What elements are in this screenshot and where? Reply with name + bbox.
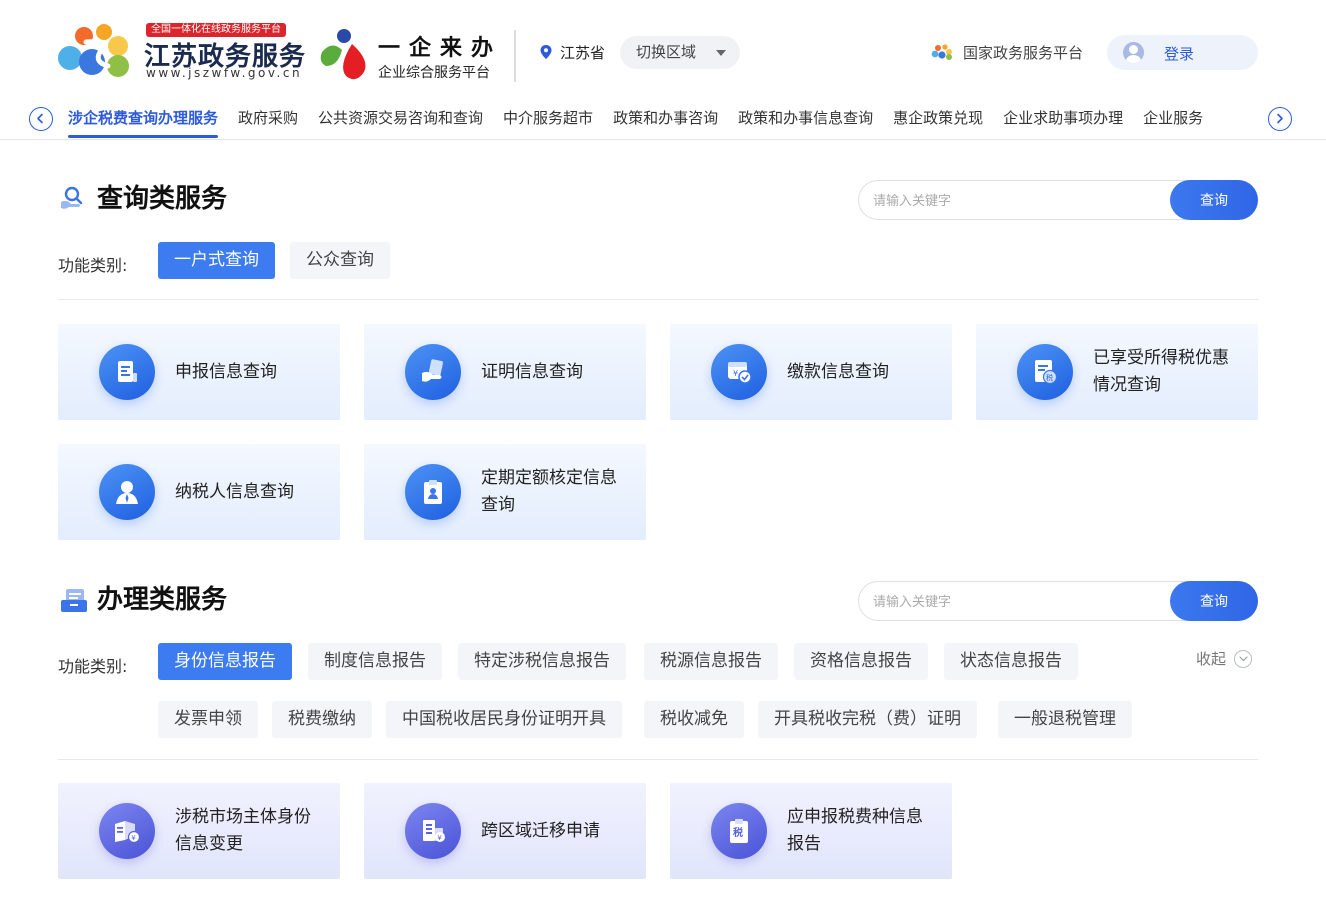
id-change-icon: ¥ [99,803,155,859]
category-chip[interactable]: 税收减免 [644,701,744,738]
category-chip[interactable]: 公众查询 [290,242,390,279]
category-chip[interactable]: 身份信息报告 [158,643,292,680]
category-chip[interactable]: 税费缴纳 [272,701,372,738]
jiangsu-logo-icon[interactable] [56,22,138,82]
handle-category-label: 功能类别: [58,657,128,676]
query-divider [58,299,1258,300]
service-card-label: 涉税市场主体身份信息变更 [175,807,311,854]
query-search-button[interactable]: 查询 [1170,180,1258,220]
service-card[interactable]: ¥ 缴款信息查询 [670,324,952,420]
svg-text:税: 税 [1046,373,1053,382]
service-card-label: 定期定额核定信息查询 [481,468,617,515]
certificate-hand-icon [405,344,461,400]
tabs-next-arrow-icon[interactable] [1268,107,1292,131]
switch-region-dropdown[interactable]: 切换区域 [620,36,740,69]
handle-section-title: 办理类服务 [97,585,228,615]
header-divider [514,30,516,82]
tab-item[interactable]: 惠企政策兑现 [893,100,983,140]
service-card[interactable]: 申报信息查询 [58,324,340,420]
category-chip[interactable]: 开具税收完税（费）证明 [758,701,977,738]
tab-item[interactable]: 政策和办事咨询 [613,100,718,140]
service-card-label: 纳税人信息查询 [175,481,294,502]
migration-icon: ¥ [405,803,461,859]
tabs-viewport: 涉企税费查询办理服务 政府采购 公共资源交易咨询和查询 中介服务超市 政策和办事咨询 政策… [68,100,1262,140]
national-platform-link[interactable]: 国家政务服务平台 [963,42,1083,63]
tab-item[interactable]: 公共资源交易咨询和查询 [318,100,483,140]
category-chip[interactable]: 资格信息报告 [794,643,928,680]
service-card[interactable]: 税 应申报税费种信息报告 [670,783,952,879]
tabs-prev-arrow-icon[interactable] [29,107,53,131]
service-card[interactable]: ¥ 涉税市场主体身份信息变更 [58,783,340,879]
national-platform-icon [931,44,952,60]
chevron-down-icon [1234,649,1253,668]
svg-text:¥: ¥ [733,369,738,378]
service-card-label: 证明信息查询 [481,361,583,382]
collapse-label: 收起 [1196,650,1227,668]
query-service-icon [61,186,83,209]
tab-item[interactable]: 中介服务超市 [503,100,593,140]
query-category-label: 功能类别: [58,256,128,275]
yiqi-title: 一企来办 [378,36,503,61]
tax-clipboard-icon: 税 [711,803,767,859]
yiqi-laiban-logo-icon[interactable] [318,26,374,84]
query-search-input[interactable] [873,181,1163,219]
tab-item[interactable]: 企业服务 [1143,100,1203,140]
current-location: 江苏省 [560,44,606,62]
yiqi-subtitle: 企业综合服务平台 [378,65,490,81]
handle-divider [58,759,1258,760]
site-header: 全国一体化在线政务服务平台 江苏政务服务 www.jszwfw.gov.cn 一… [0,0,1326,100]
handle-search-button[interactable]: 查询 [1170,581,1258,621]
caret-down-icon [716,50,726,56]
tab-item[interactable]: 涉企税费查询办理服务 [68,100,219,140]
tax-document-icon: 税 [1017,344,1073,400]
service-card-label: 应申报税费种信息报告 [787,807,923,854]
tab-item[interactable]: 企业求助事项办理 [1003,100,1123,140]
handle-search-box: 查询 [858,581,1258,621]
site-tagline: 全国一体化在线政务服务平台 [146,23,286,37]
user-avatar-icon [1123,42,1144,63]
site-url: www.jszwfw.gov.cn [146,66,303,80]
category-chip[interactable]: 中国税收居民身份证明开具 [386,701,622,738]
service-card-label: 已享受所得税优惠情况查询 [1093,348,1229,395]
category-chip[interactable]: 状态信息报告 [944,643,1078,680]
tab-item[interactable]: 政府采购 [238,100,298,140]
collapse-toggle[interactable]: 收起 [1196,648,1253,669]
category-chip[interactable]: 特定涉税信息报告 [458,643,626,680]
tabs-list: 涉企税费查询办理服务 政府采购 公共资源交易咨询和查询 中介服务超市 政策和办事咨询 政策… [68,100,1262,140]
location-pin-icon [540,45,552,59]
switch-region-label: 切换区域 [636,43,697,61]
query-search-box: 查询 [858,180,1258,220]
category-chip[interactable]: 制度信息报告 [308,643,442,680]
handle-service-icon [61,589,87,612]
svg-text:税: 税 [733,826,743,839]
document-icon [99,344,155,400]
login-button[interactable]: 登录 [1107,35,1258,70]
service-card-label: 缴款信息查询 [787,361,889,382]
service-card[interactable]: 定期定额核定信息查询 [364,444,646,540]
service-card[interactable]: ¥ 跨区域迁移申请 [364,783,646,879]
service-card[interactable]: 证明信息查询 [364,324,646,420]
category-chip[interactable]: 一户式查询 [158,242,275,279]
login-label: 登录 [1164,45,1195,63]
person-icon [99,464,155,520]
query-section-title: 查询类服务 [97,184,228,214]
svg-text:¥: ¥ [437,834,442,842]
service-card[interactable]: 税 已享受所得税优惠情况查询 [976,324,1258,420]
category-chip[interactable]: 一般退税管理 [998,701,1132,738]
svg-text:¥: ¥ [131,834,136,842]
clipboard-icon [405,464,461,520]
category-chip[interactable]: 税源信息报告 [644,643,778,680]
tab-item[interactable]: 政策和办事信息查询 [738,100,873,140]
service-card-label: 申报信息查询 [175,361,277,382]
handle-search-input[interactable] [873,582,1163,620]
payment-icon: ¥ [711,344,767,400]
service-tab-bar: 涉企税费查询办理服务 政府采购 公共资源交易咨询和查询 中介服务超市 政策和办事咨询 政策… [0,100,1326,140]
service-card[interactable]: 纳税人信息查询 [58,444,340,540]
category-chip[interactable]: 发票申领 [158,701,258,738]
service-card-label: 跨区域迁移申请 [481,820,600,841]
